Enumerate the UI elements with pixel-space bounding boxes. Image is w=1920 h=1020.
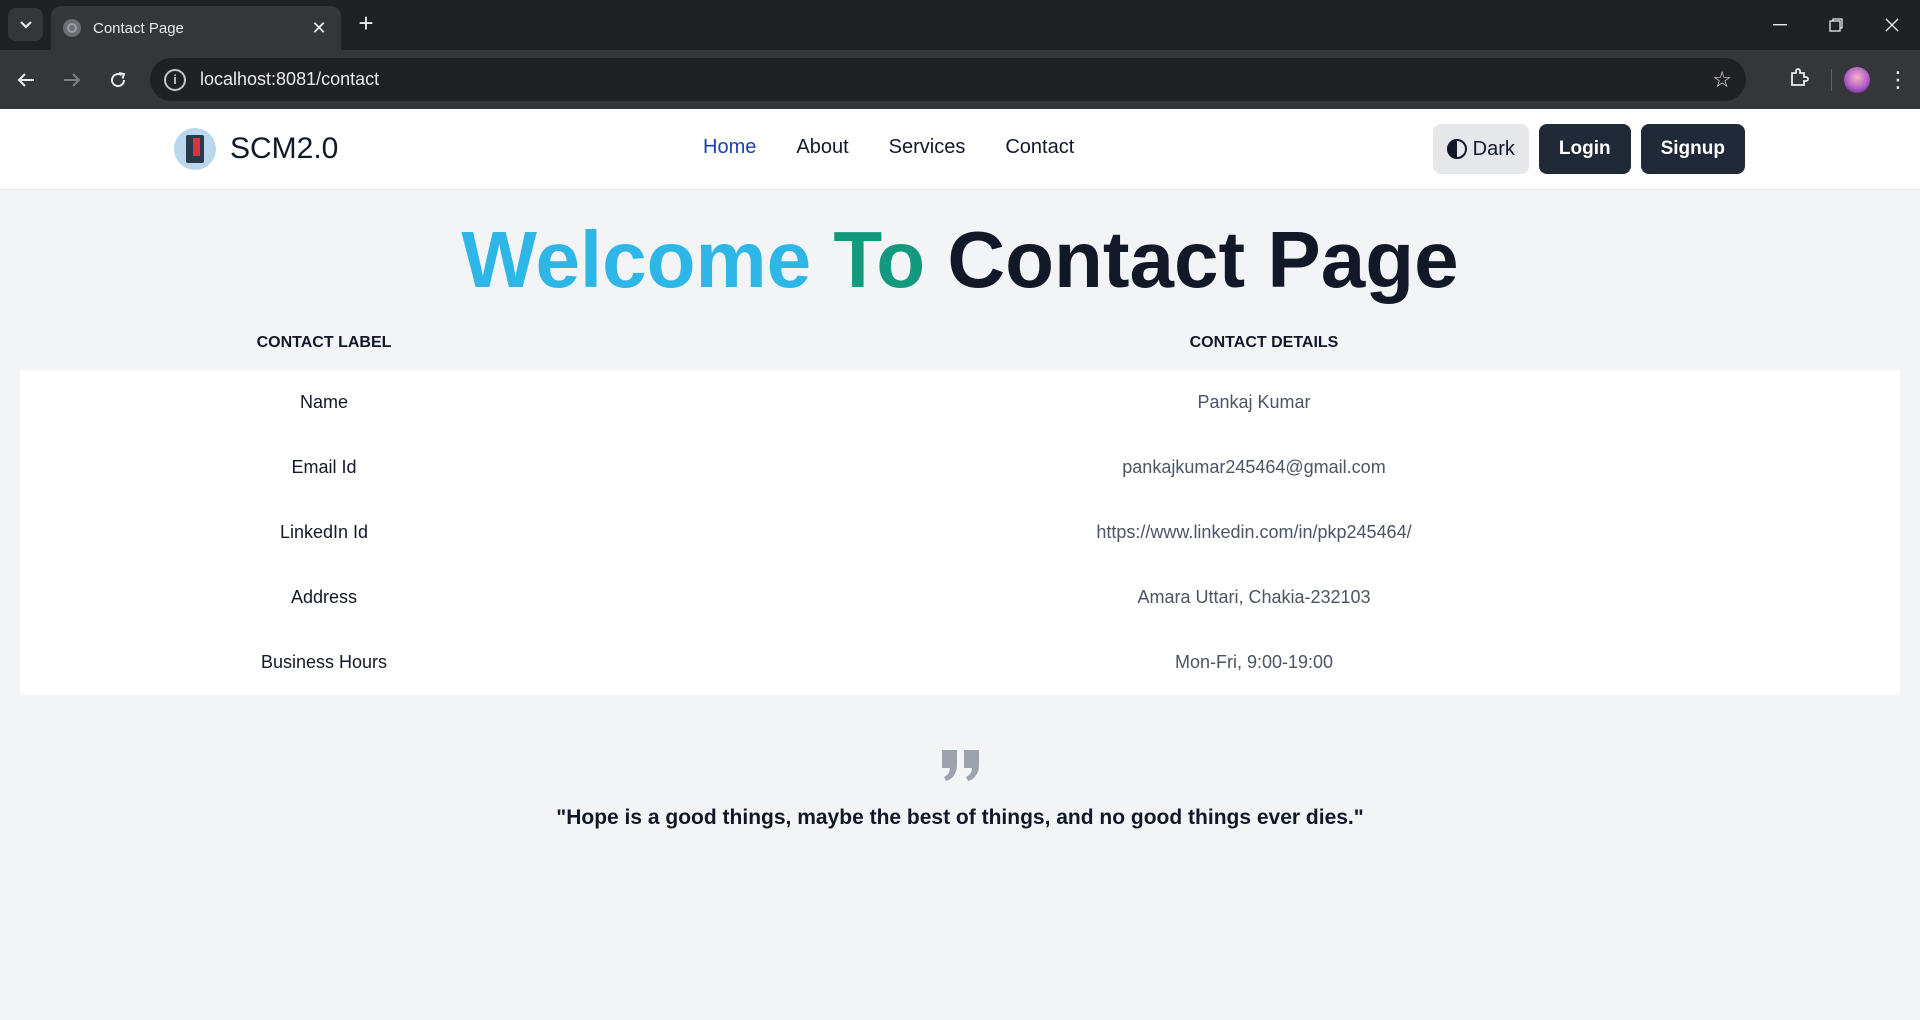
url-text[interactable]: localhost:8081/contact xyxy=(200,69,1712,90)
back-icon[interactable] xyxy=(6,60,46,100)
table-row: Name Pankaj Kumar xyxy=(20,370,1900,435)
table-header-details: Contact Details xyxy=(1189,334,1339,351)
row-value: Pankaj Kumar xyxy=(1197,392,1311,412)
theme-toggle-label: Dark xyxy=(1472,137,1515,160)
table-row: Email Id pankajkumar245464@gmail.com xyxy=(20,435,1900,500)
row-label: Address xyxy=(290,587,358,607)
row-label: LinkedIn Id xyxy=(279,522,369,542)
quote-icon xyxy=(942,750,979,781)
profile-avatar[interactable] xyxy=(1844,67,1870,93)
row-value: Amara Uttari, Chakia-232103 xyxy=(1137,587,1371,607)
quote-text: "Hope is a good things, maybe the best o… xyxy=(556,806,1364,829)
globe-icon xyxy=(63,19,81,37)
minimize-icon[interactable] xyxy=(1752,0,1808,50)
nav-link-home[interactable]: Home xyxy=(703,136,756,159)
browser-tab[interactable]: Contact Page ✕ xyxy=(51,6,341,50)
row-label: Business Hours xyxy=(260,652,388,672)
forward-icon[interactable] xyxy=(52,60,92,100)
close-icon[interactable]: ✕ xyxy=(309,18,329,39)
extensions-area: ⋮ xyxy=(1779,60,1910,100)
login-button[interactable]: Login xyxy=(1538,124,1631,174)
theme-toggle-button[interactable]: Dark xyxy=(1432,124,1529,174)
row-label: Name xyxy=(299,392,348,412)
toolbar-divider xyxy=(1831,69,1832,91)
table-header-label: Contact Label xyxy=(256,334,392,351)
table-row: LinkedIn Id https://www.linkedin.com/in/… xyxy=(20,500,1900,565)
nav-actions: Dark Login Signup xyxy=(1432,124,1745,174)
signup-button[interactable]: Signup xyxy=(1640,124,1745,174)
browser-tabstrip: Contact Page ✕ + xyxy=(0,0,1920,50)
half-circle-icon xyxy=(1446,139,1467,159)
brand-name: SCM2.0 xyxy=(230,132,339,165)
nav-link-services[interactable]: Services xyxy=(889,136,966,159)
kebab-menu-icon[interactable]: ⋮ xyxy=(1886,67,1910,93)
logo-icon xyxy=(174,128,216,170)
new-tab-button[interactable]: + xyxy=(352,10,380,38)
page: SCM2.0 Home About Services Contact Dark … xyxy=(0,109,1920,1020)
tab-search-button[interactable] xyxy=(8,8,43,41)
window-close-icon[interactable] xyxy=(1864,0,1920,50)
window-controls xyxy=(1752,0,1920,50)
table-row: Address Amara Uttari, Chakia-232103 xyxy=(20,565,1900,630)
restore-icon[interactable] xyxy=(1808,0,1864,50)
table-row: Business Hours Mon-Fri, 9:00-19:00 xyxy=(20,630,1900,695)
row-value: pankajkumar245464@gmail.com xyxy=(1122,457,1386,477)
title-word-welcome: Welcome xyxy=(461,215,812,304)
title-word-to: To xyxy=(833,215,926,304)
page-title: Welcome To Contact Page xyxy=(0,210,1920,310)
bookmark-star-icon[interactable]: ☆ xyxy=(1712,67,1732,93)
brand[interactable]: SCM2.0 xyxy=(174,128,338,170)
table-body: Name Pankaj Kumar Email Id pankajkumar24… xyxy=(20,370,1900,695)
row-value: https://www.linkedin.com/in/pkp245464/ xyxy=(1096,522,1412,542)
tab-title: Contact Page xyxy=(93,19,184,37)
row-value: Mon-Fri, 9:00-19:00 xyxy=(1174,652,1334,672)
reload-icon[interactable] xyxy=(98,60,138,100)
nav-links: Home About Services Contact xyxy=(703,136,1074,159)
address-bar[interactable]: i localhost:8081/contact ☆ xyxy=(150,58,1746,101)
chevron-down-icon xyxy=(19,20,32,29)
extensions-icon[interactable] xyxy=(1779,67,1819,93)
info-icon[interactable]: i xyxy=(164,68,186,91)
title-word-contact-page: Contact Page xyxy=(947,215,1459,304)
browser-toolbar: i localhost:8081/contact ☆ ⋮ xyxy=(0,50,1920,109)
row-label: Email Id xyxy=(291,457,357,477)
nav-link-contact[interactable]: Contact xyxy=(1005,136,1074,159)
nav-link-about[interactable]: About xyxy=(796,136,848,159)
site-navbar: SCM2.0 Home About Services Contact Dark … xyxy=(0,109,1920,190)
